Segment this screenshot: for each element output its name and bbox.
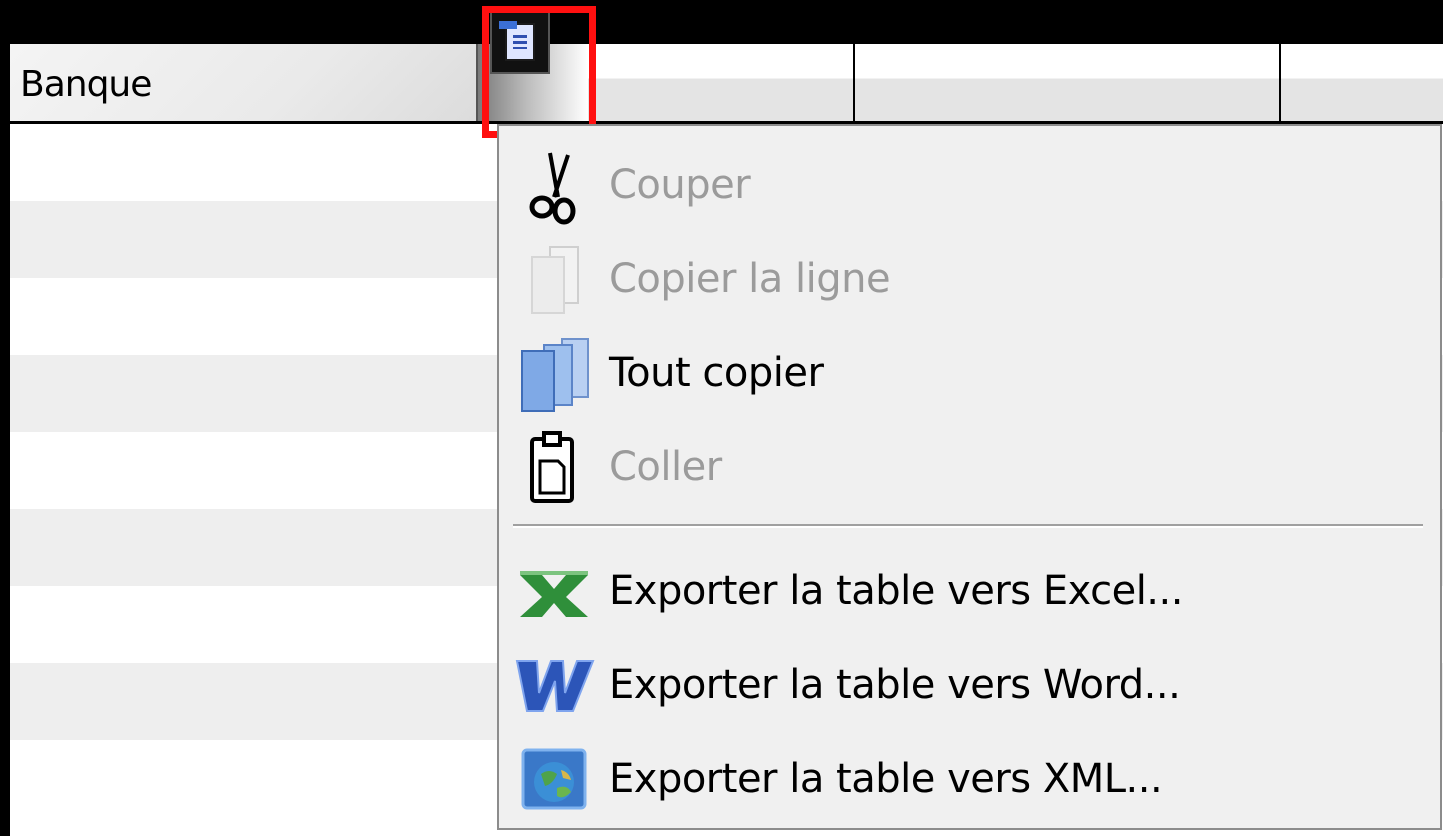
column-menu-icon	[499, 21, 535, 61]
menu-item-coller[interactable]: Coller	[499, 422, 1440, 512]
menu-item-label: Coller	[609, 444, 722, 490]
menu-separator	[513, 524, 1423, 528]
menu-item-label: Exporter la table vers Excel...	[609, 568, 1183, 614]
column-menu-button[interactable]	[490, 10, 550, 74]
menu-item-label: Exporter la table vers XML...	[609, 756, 1163, 802]
menu-item-label: Copier la ligne	[609, 256, 891, 302]
column-header-banque[interactable]: Banque	[10, 44, 478, 121]
column-header-4[interactable]	[1281, 44, 1443, 121]
menu-item-export-word[interactable]: Exporter la table vers Word...	[499, 640, 1440, 730]
menu-item-export-excel[interactable]: Exporter la table vers Excel...	[499, 546, 1440, 636]
column-header-2[interactable]	[588, 44, 855, 121]
menu-item-copier-la-ligne[interactable]: Copier la ligne	[499, 234, 1440, 324]
scissors-icon	[499, 140, 609, 230]
menu-item-tout-copier[interactable]: Tout copier	[499, 328, 1440, 418]
xml-globe-icon	[499, 734, 609, 824]
excel-icon	[499, 546, 609, 636]
copy-row-icon	[499, 234, 609, 324]
context-menu: Couper Copier la ligne Tout copier Colle…	[497, 124, 1442, 830]
word-icon	[499, 640, 609, 730]
copy-all-icon	[499, 328, 609, 418]
menu-item-couper[interactable]: Couper	[499, 140, 1440, 230]
column-header-3[interactable]	[855, 44, 1281, 121]
column-header-label: Banque	[20, 64, 152, 105]
table-header-row: Banque	[10, 44, 1443, 124]
menu-item-label: Tout copier	[609, 350, 824, 396]
menu-item-label: Exporter la table vers Word...	[609, 662, 1181, 708]
paste-icon	[499, 422, 609, 512]
menu-item-label: Couper	[609, 162, 751, 208]
menu-item-export-xml[interactable]: Exporter la table vers XML...	[499, 734, 1440, 824]
